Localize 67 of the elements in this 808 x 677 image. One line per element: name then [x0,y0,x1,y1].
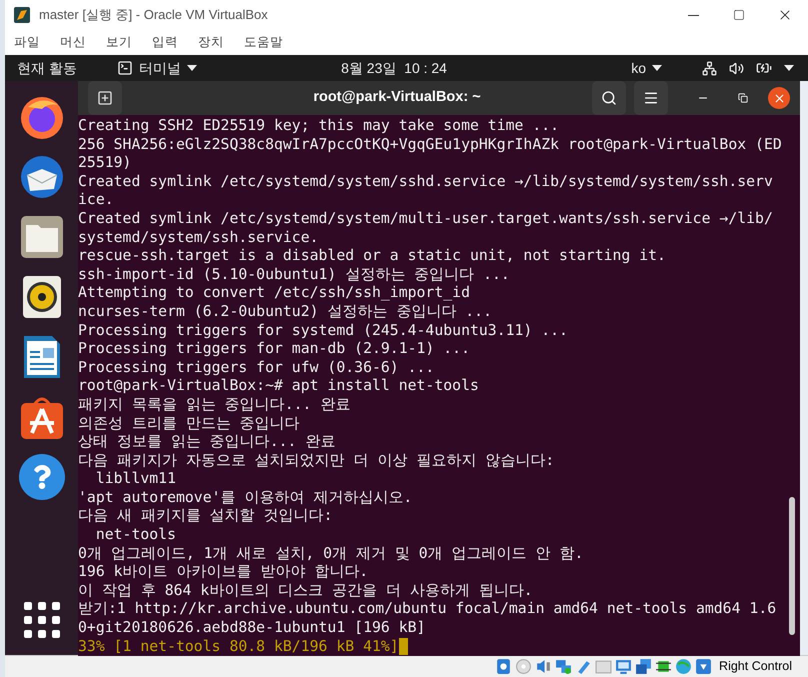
app-grid-icon[interactable] [24,602,60,638]
terminal-line: ssh-import-id (5.10-0ubuntu1) 설정하는 중입니다 ... [78,266,510,284]
terminal-line: ice. [78,191,114,210]
host-key-label: Right Control [719,658,792,676]
terminal-line: 받기:1 http://kr.archive.ubuntu.com/ubuntu focal/main amd64 net-tools amd64 1.6 [78,600,776,620]
terminal-line: 다음 패키지가 자동으로 설치되었지만 더 이상 필요하지 않습니다: [78,452,554,470]
network-icon[interactable] [702,60,717,76]
terminal-line: 33% [1 net-tools 80.8 kB/196 kB 41%] [78,638,399,656]
menu-item[interactable]: 머신 [60,33,86,52]
terminal-line: 25519) [78,154,132,173]
terminal-line: 패키지 목록을 읽는 중입니다... 완료 [78,396,350,414]
terminal-line: Processing triggers for systemd (245.4-4ubuntu3.11) ... [78,322,568,340]
windows-icon[interactable] [635,658,652,675]
volume-icon[interactable] [729,60,744,76]
terminal-line: Creating SSH2 ED25519 key; this may take some time ... [78,117,560,136]
terminal-line: rescue-ssh.target is a disabled or a static unit, not starting it. [78,247,666,266]
restore-icon [738,93,748,103]
menu-item[interactable]: 도움말 [244,33,283,52]
terminal-line: Created symlink /etc/systemd/system/sshd.service →/lib/systemd/system/ssh.serv [78,172,773,192]
new-tab-icon [97,90,113,106]
chip-icon[interactable] [655,658,672,675]
maximize-icon [733,9,745,21]
terminal-line: 이 작업 후 864 k바이트의 디스크 공간을 더 사용하게 됩니다. [78,582,533,600]
terminal-line: libllvm11 [94,470,176,489]
terminal-line: 다음 새 패키지를 설치할 것입니다: [78,507,333,526]
app-menu[interactable]: 터미널 [138,58,181,78]
terminal-line: Processing triggers for man-db (2.9.1-1) ... [78,340,470,359]
terminal-line: 의존성 트리를 만드는 중입니다 [78,414,300,434]
terminal-line: 'apt autoremove'를 이용하여 제거하십시오. [78,488,412,508]
terminal-line: 0+git20180626.aebd88e-1ubuntu1 [196 kB] [78,619,426,638]
app-logo-icon [13,6,31,24]
terminal-line: 상태 정보를 읽는 중입니다... 완료 [78,433,336,452]
menu-icon [643,90,659,106]
menu-button[interactable] [634,81,668,115]
menu-item[interactable]: 장치 [198,33,224,52]
terminal-line: ncurses-term (6.2-0ubuntu2) 설정하는 중입니다 ... [78,302,492,322]
caret-icon [186,65,197,71]
window-title: master [실행 중] - Oracle VM VirtualBox [39,6,268,24]
search-icon [601,90,617,106]
terminal-line: 256 SHA256:eGlz2SQ38c8qwIrA7pccOtKQ+VgqGEu1ypHKgrIhAZk root@park-VirtualBox (ED [78,136,782,154]
terminal-line: net-tools [94,526,176,545]
menu-item[interactable]: 보기 [106,33,132,52]
terminal-line: Processing triggers for ufw (0.36-6) ... [78,358,434,378]
close-icon [772,92,786,104]
close-button[interactable] [768,87,790,109]
help-icon[interactable] [18,454,64,500]
terminal-icon [116,60,133,76]
terminal-line: root@park-VirtualBox:~# apt install net-tools [78,377,479,396]
new-tab-button[interactable] [88,81,122,115]
activities-button[interactable]: 현재 활동 [17,58,77,78]
terminal-line: 0개 업그레이드, 1개 새로 설치, 0개 제거 및 0개 업그레이드 안 함. [78,544,584,564]
caret-icon [652,65,662,71]
cursor [398,638,408,655]
scrollbar-thumb[interactable] [789,497,795,635]
menu-item[interactable]: 입력 [152,33,178,52]
search-button[interactable] [592,81,626,115]
terminal-line: Attempting to convert /etc/ssh/ssh_import_id [78,284,470,303]
terminal-title: root@park-VirtualBox: ~ [313,88,481,108]
terminal-line: 196 k바이트 아카이브를 받아야 합니다. [78,563,368,582]
clock[interactable]: 8월 23일 10 : 24 [341,58,447,78]
caret-icon [784,65,794,71]
terminal-line: Created symlink /etc/systemd/system/multi-user.target.wants/ssh.service →/lib/ [78,210,773,229]
minimize-icon [688,14,698,16]
input-method[interactable]: ko [631,58,646,78]
monitor-icon[interactable] [615,658,632,675]
terminal-line: systemd/system/ssh.service. [78,228,319,248]
menu-item[interactable]: 파일 [14,33,40,52]
